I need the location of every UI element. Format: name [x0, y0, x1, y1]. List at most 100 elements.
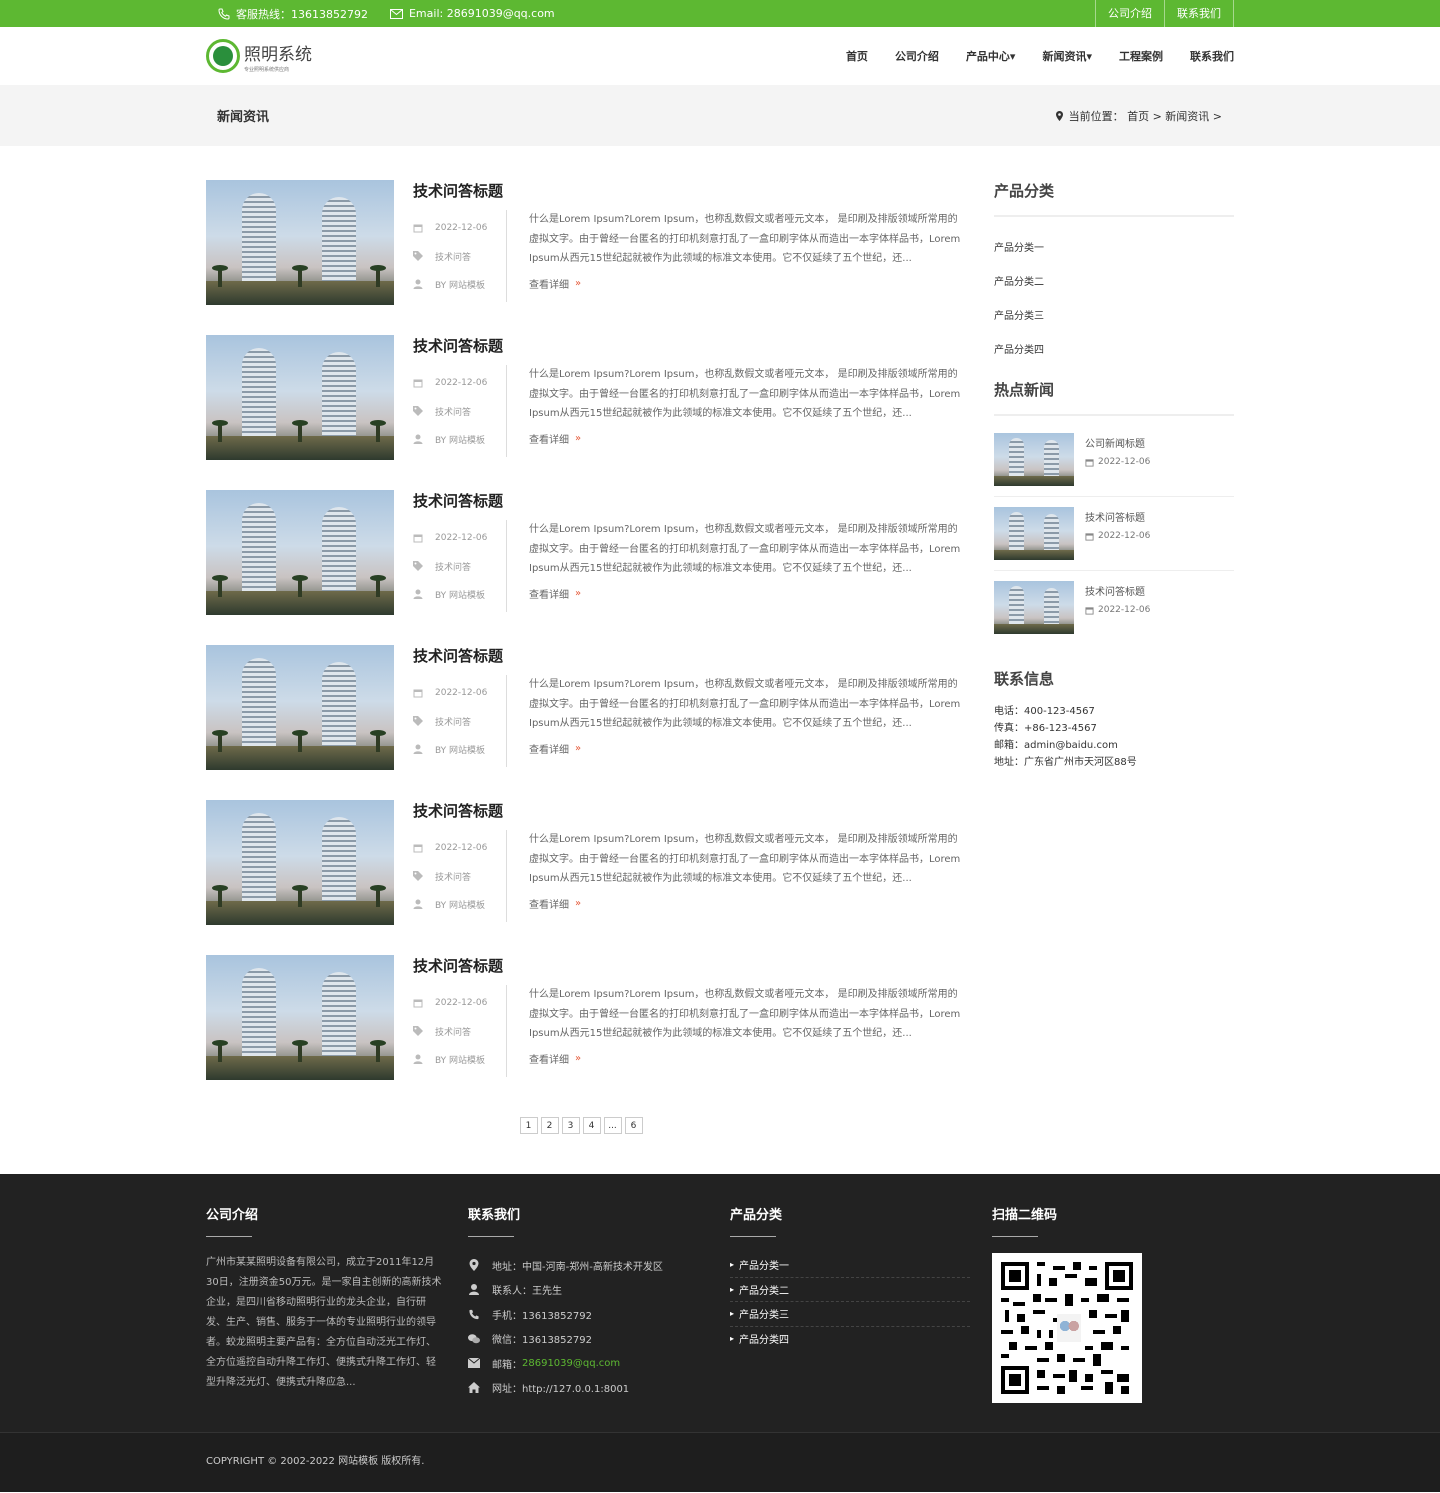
footer-category-item[interactable]: ▸ 产品分类二 [730, 1278, 970, 1302]
main: 技术问答标题 2022-12-06 技术问答 BY 网站模板 什么是Lorem … [0, 146, 1440, 1174]
hotline: 客服热线：13613852792 [218, 6, 368, 22]
top-email: Email: 28691039@qq.com [389, 7, 555, 20]
logo[interactable]: 照明系统 专业照明系统供应商 [206, 39, 312, 73]
tag-icon [413, 561, 423, 571]
article-list: 技术问答标题 2022-12-06 技术问答 BY 网站模板 什么是Lorem … [206, 180, 966, 1174]
footer-categories: 产品分类 ▸ 产品分类一 ▸ 产品分类二 ▸ 产品分类三 ▸ 产品分类四 [730, 1204, 992, 1403]
footer-qr-title: 扫描二维码 [992, 1208, 1058, 1223]
read-more-link[interactable]: 查看详细» [529, 896, 966, 911]
footer-about: 公司介绍 广州市某某照明设备有限公司，成立于2011年12月30日，注册资金50… [206, 1204, 468, 1403]
wechat-icon [468, 1334, 480, 1344]
footer-category-item[interactable]: ▸ 产品分类一 [730, 1253, 970, 1278]
nav-home[interactable]: 首页 [846, 48, 868, 64]
footer-person: 联系人：王先生 [468, 1278, 730, 1303]
list-item: 技术问答标题 2022-12-06 技术问答 BY 网站模板 什么是Lorem … [206, 490, 966, 615]
article-date: 2022-12-06 [413, 214, 506, 242]
sidebar-hot-title: 热点新闻 [994, 379, 1234, 416]
footer-email-link[interactable]: 28691039@qq.com [522, 1358, 620, 1369]
footer-about-title: 公司介绍 [206, 1208, 259, 1223]
article-excerpt: 什么是Lorem Ipsum?Lorem Ipsum，也称乱数假文或者哑元文本，… [529, 834, 961, 884]
article-excerpt: 什么是Lorem Ipsum?Lorem Ipsum，也称乱数假文或者哑元文本，… [529, 524, 961, 574]
hot-news-title[interactable]: 技术问答标题 [1085, 583, 1150, 598]
tag-icon [413, 871, 423, 881]
main-nav: 首页 公司介绍 产品中心▾ 新闻资讯▾ 工程案例 联系我们 [819, 48, 1234, 64]
calendar-icon [413, 689, 423, 698]
hot-news-item[interactable]: 技术问答标题 2022-12-06 [994, 497, 1234, 571]
hot-news-thumbnail[interactable] [994, 581, 1074, 634]
phone-icon [218, 8, 230, 20]
article-date: 2022-12-06 [413, 834, 506, 862]
list-item: 技术问答标题 2022-12-06 技术问答 BY 网站模板 什么是Lorem … [206, 180, 966, 305]
hot-news-date: 2022-12-06 [1085, 605, 1150, 615]
nav-products[interactable]: 产品中心▾ [966, 48, 1016, 64]
article-thumbnail[interactable] [206, 645, 394, 770]
page-1[interactable]: 1 [519, 1117, 538, 1134]
top-bar: 客服热线：13613852792 Email: 28691039@qq.com … [0, 0, 1440, 27]
read-more-link[interactable]: 查看详细» [529, 586, 966, 601]
tag-icon [413, 251, 423, 261]
article-tag: 技术问答 [413, 707, 506, 735]
user-icon [469, 1284, 479, 1296]
top-link-about[interactable]: 公司介绍 [1095, 0, 1164, 27]
hot-news-title[interactable]: 公司新闻标题 [1085, 435, 1150, 450]
calendar-icon [1085, 458, 1094, 467]
footer: 公司介绍 广州市某某照明设备有限公司，成立于2011年12月30日，注册资金50… [0, 1174, 1440, 1492]
hot-news-title[interactable]: 技术问答标题 [1085, 509, 1150, 524]
footer-category-item[interactable]: ▸ 产品分类三 [730, 1302, 970, 1327]
user-icon [413, 589, 423, 599]
home-icon [468, 1382, 480, 1394]
sidebar-category-item[interactable]: 产品分类一 [994, 229, 1234, 263]
hot-news-item[interactable]: 技术问答标题 2022-12-06 [994, 571, 1234, 644]
article-title[interactable]: 技术问答标题 [413, 645, 506, 666]
hot-news-thumbnail[interactable] [994, 507, 1074, 560]
calendar-icon [1085, 606, 1094, 615]
footer-category-item[interactable]: ▸ 产品分类四 [730, 1327, 970, 1352]
read-more-link[interactable]: 查看详细» [529, 431, 966, 446]
page-2[interactable]: 2 [540, 1117, 559, 1134]
article-title[interactable]: 技术问答标题 [413, 180, 506, 201]
article-thumbnail[interactable] [206, 490, 394, 615]
footer-phone: 手机：13613852792 [468, 1302, 730, 1327]
tag-icon [413, 716, 423, 726]
article-tag: 技术问答 [413, 242, 506, 270]
article-thumbnail[interactable] [206, 335, 394, 460]
logo-title: 照明系统 [244, 44, 312, 65]
map-marker-icon [469, 1259, 479, 1272]
hot-news-thumbnail[interactable] [994, 433, 1074, 486]
sidebar-category-item[interactable]: 产品分类四 [994, 331, 1234, 365]
read-more-link[interactable]: 查看详细» [529, 276, 966, 291]
nav-about[interactable]: 公司介绍 [895, 48, 939, 64]
page-4[interactable]: 4 [582, 1117, 601, 1134]
read-more-link[interactable]: 查看详细» [529, 741, 966, 756]
top-link-contact[interactable]: 联系我们 [1164, 0, 1234, 27]
caret-right-icon: ▸ [730, 1260, 735, 1270]
read-more-link[interactable]: 查看详细» [529, 1051, 966, 1066]
article-title[interactable]: 技术问答标题 [413, 490, 506, 511]
article-title[interactable]: 技术问答标题 [413, 335, 506, 356]
caret-right-icon: ▸ [730, 1334, 735, 1344]
sidebar-category-item[interactable]: 产品分类三 [994, 297, 1234, 331]
article-title[interactable]: 技术问答标题 [413, 955, 506, 976]
nav-contact[interactable]: 联系我们 [1190, 48, 1234, 64]
article-title[interactable]: 技术问答标题 [413, 800, 506, 821]
nav-news[interactable]: 新闻资讯▾ [1042, 48, 1092, 64]
sidebar-category-item[interactable]: 产品分类二 [994, 263, 1234, 297]
footer-qr: 扫描二维码 [992, 1204, 1232, 1403]
nav-cases[interactable]: 工程案例 [1119, 48, 1163, 64]
article-thumbnail[interactable] [206, 800, 394, 925]
page-banner: 新闻资讯 当前位置： 首页 > 新闻资讯 > [0, 85, 1440, 146]
footer-categories-title: 产品分类 [730, 1208, 783, 1223]
article-thumbnail[interactable] [206, 955, 394, 1080]
calendar-icon [413, 224, 423, 233]
article-thumbnail[interactable] [206, 180, 394, 305]
page-6[interactable]: 6 [624, 1117, 643, 1134]
footer-contact-title: 联系我们 [468, 1208, 521, 1223]
hot-news-item[interactable]: 公司新闻标题 2022-12-06 [994, 428, 1234, 497]
footer-address: 地址：中国-河南-郑州-高新技术开发区 [468, 1253, 730, 1278]
article-excerpt: 什么是Lorem Ipsum?Lorem Ipsum，也称乱数假文或者哑元文本，… [529, 679, 961, 729]
page-title: 新闻资讯 [217, 110, 270, 125]
phone-icon [469, 1309, 479, 1319]
calendar-icon [413, 534, 423, 543]
page-3[interactable]: 3 [561, 1117, 580, 1134]
footer-wechat: 微信：13613852792 [468, 1327, 730, 1352]
